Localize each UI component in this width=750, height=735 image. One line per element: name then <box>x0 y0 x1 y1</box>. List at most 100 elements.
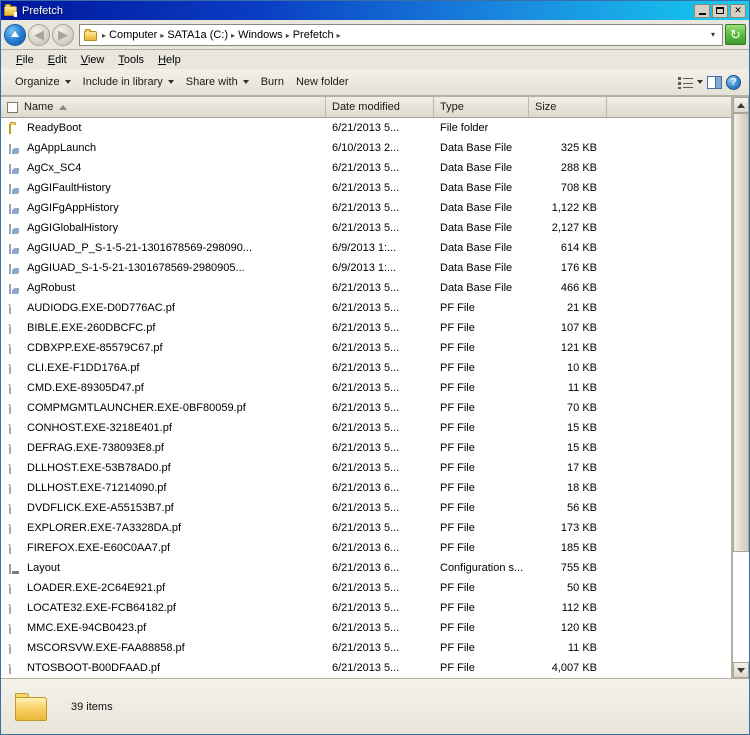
table-row[interactable]: DLLHOST.EXE-53B78AD0.pf 6/21/2013 5... PF … <box>1 458 731 478</box>
table-row[interactable]: Layout 6/21/2013 6... Configuration s... 75… <box>1 558 731 578</box>
new-folder-button[interactable]: New folder <box>290 73 355 91</box>
breadcrumb-separator-1[interactable]: ▸ <box>159 31 165 40</box>
status-folder-icon <box>15 692 49 721</box>
file-name-cell[interactable]: Layout <box>1 562 326 574</box>
file-name-cell[interactable]: ReadyBoot <box>1 122 326 134</box>
column-header-name[interactable]: Name <box>1 97 326 117</box>
table-row[interactable]: DVDFLICK.EXE-A55153B7.pf 6/21/2013 5... PF… <box>1 498 731 518</box>
file-name-cell[interactable]: CDBXPP.EXE-85579C67.pf <box>1 342 326 354</box>
table-row[interactable]: EXPLORER.EXE-7A3328DA.pf 6/21/2013 5... PF… <box>1 518 731 538</box>
file-name-cell[interactable]: COMPMGMTLAUNCHER.EXE-0BF80059.pf <box>1 402 326 414</box>
file-name-cell[interactable]: AgGIFaultHistory <box>1 182 326 194</box>
close-button[interactable]: ✕ <box>730 3 746 18</box>
file-name-cell[interactable]: DEFRAG.EXE-738093E8.pf <box>1 442 326 454</box>
table-row[interactable]: AgGIFaultHistory 6/21/2013 5... Data Base … <box>1 178 731 198</box>
breadcrumb-separator-4[interactable]: ▸ <box>336 31 342 40</box>
file-name-cell[interactable]: DVDFLICK.EXE-A55153B7.pf <box>1 502 326 514</box>
file-name-cell[interactable]: DLLHOST.EXE-71214090.pf <box>1 482 326 494</box>
table-row[interactable]: CDBXPP.EXE-85579C67.pf 6/21/2013 5... PF F… <box>1 338 731 358</box>
file-name-cell[interactable]: AgGIUAD_S-1-5-21-1301678569-2980905... <box>1 262 326 274</box>
minimize-button[interactable] <box>694 3 710 18</box>
file-name-cell[interactable]: EXPLORER.EXE-7A3328DA.pf <box>1 522 326 534</box>
refresh-button[interactable]: ↻ <box>725 24 746 45</box>
table-row[interactable]: CMD.EXE-89305D47.pf 6/21/2013 5... PF File… <box>1 378 731 398</box>
breadcrumb-computer[interactable]: Computer <box>107 29 159 41</box>
table-row[interactable]: FIREFOX.EXE-E60C0AA7.pf 6/21/2013 6... PF … <box>1 538 731 558</box>
file-name-cell[interactable]: AgGIGlobalHistory <box>1 222 326 234</box>
file-name-cell[interactable]: AgAppLaunch <box>1 142 326 154</box>
back-button[interactable]: ◀ <box>28 23 50 46</box>
view-options-chevron-down-icon[interactable] <box>697 80 703 84</box>
file-name-cell[interactable]: NTOSBOOT-B00DFAAD.pf <box>1 662 326 674</box>
menu-edit[interactable]: Edit <box>41 53 74 67</box>
select-all-checkbox[interactable] <box>7 101 18 113</box>
address-dropdown-icon[interactable]: ▾ <box>709 30 720 39</box>
vertical-scrollbar[interactable] <box>732 97 749 678</box>
preview-pane-icon[interactable] <box>707 75 722 89</box>
file-size-cell: 185 KB <box>560 542 597 554</box>
file-name-cell[interactable]: AgGIUAD_P_S-1-5-21-1301678569-298090... <box>1 242 326 254</box>
breadcrumb-separator-2[interactable]: ▸ <box>230 31 236 40</box>
table-row[interactable]: BIBLE.EXE-260DBCFC.pf 6/21/2013 5... PF Fi… <box>1 318 731 338</box>
column-header-date[interactable]: Date modified <box>326 97 434 117</box>
table-row[interactable]: LOADER.EXE-2C64E921.pf 6/21/2013 5... PF F… <box>1 578 731 598</box>
file-name-cell[interactable]: LOCATE32.EXE-FCB64182.pf <box>1 602 326 614</box>
file-name-cell[interactable]: CMD.EXE-89305D47.pf <box>1 382 326 394</box>
file-name-cell[interactable]: DLLHOST.EXE-53B78AD0.pf <box>1 462 326 474</box>
include-in-library-button[interactable]: Include in library <box>77 73 180 91</box>
table-row[interactable]: MSCORSVW.EXE-FAA88858.pf 6/21/2013 5... PF… <box>1 638 731 658</box>
file-name-cell[interactable]: MSCORSVW.EXE-FAA88858.pf <box>1 642 326 654</box>
file-name-cell[interactable]: AgGIFgAppHistory <box>1 202 326 214</box>
view-options-icon[interactable] <box>678 76 693 89</box>
table-row[interactable]: AgRobust 6/21/2013 5... Data Base File 466 … <box>1 278 731 298</box>
table-row[interactable]: CONHOST.EXE-3218E401.pf 6/21/2013 5... PF … <box>1 418 731 438</box>
scrollbar-thumb[interactable] <box>733 113 749 553</box>
table-row[interactable]: ReadyBoot 6/21/2013 5... File folder <box>1 118 731 138</box>
file-name-cell[interactable]: CONHOST.EXE-3218E401.pf <box>1 422 326 434</box>
column-header-size[interactable]: Size <box>529 97 607 117</box>
file-name-cell[interactable]: LOADER.EXE-2C64E921.pf <box>1 582 326 594</box>
organize-button[interactable]: Organize <box>9 73 77 91</box>
table-row[interactable]: AgGIGlobalHistory 6/21/2013 5... Data Base… <box>1 218 731 238</box>
breadcrumb-drive[interactable]: SATA1a (C:) <box>165 29 230 41</box>
table-row[interactable]: AgGIFgAppHistory 6/21/2013 5... Data Base … <box>1 198 731 218</box>
file-name-label: EXPLORER.EXE-7A3328DA.pf <box>27 522 182 534</box>
file-name-cell[interactable]: BIBLE.EXE-260DBCFC.pf <box>1 322 326 334</box>
table-row[interactable]: MMC.EXE-94CB0423.pf 6/21/2013 5... PF File… <box>1 618 731 638</box>
table-row[interactable]: COMPMGMTLAUNCHER.EXE-0BF80059.pf 6/21/201… <box>1 398 731 418</box>
file-name-cell[interactable]: AUDIODG.EXE-D0D776AC.pf <box>1 302 326 314</box>
breadcrumb-bar[interactable]: ▸ Computer ▸ SATA1a (C:) ▸ Windows ▸ Pre… <box>79 23 723 46</box>
menu-help[interactable]: Help <box>151 53 188 67</box>
table-row[interactable]: DLLHOST.EXE-71214090.pf 6/21/2013 6... PF … <box>1 478 731 498</box>
table-row[interactable]: AgGIUAD_P_S-1-5-21-1301678569-298090... 6… <box>1 238 731 258</box>
help-icon[interactable]: ? <box>726 74 741 90</box>
forward-button[interactable]: ▶ <box>52 23 74 46</box>
table-row[interactable]: AgCx_SC4 6/21/2013 5... Data Base File 288 … <box>1 158 731 178</box>
breadcrumb-windows[interactable]: Windows <box>236 29 285 41</box>
menu-tools[interactable]: Tools <box>111 53 151 67</box>
scroll-up-button[interactable] <box>733 97 749 113</box>
file-name-cell[interactable]: CLI.EXE-F1DD176A.pf <box>1 362 326 374</box>
breadcrumb-separator-3[interactable]: ▸ <box>285 31 291 40</box>
file-name-cell[interactable]: AgCx_SC4 <box>1 162 326 174</box>
file-name-cell[interactable]: FIREFOX.EXE-E60C0AA7.pf <box>1 542 326 554</box>
table-row[interactable]: AUDIODG.EXE-D0D776AC.pf 6/21/2013 5... PF … <box>1 298 731 318</box>
table-row[interactable]: LOCATE32.EXE-FCB64182.pf 6/21/2013 5... PF… <box>1 598 731 618</box>
table-row[interactable]: AgGIUAD_S-1-5-21-1301678569-2980905... 6/… <box>1 258 731 278</box>
table-row[interactable]: NTOSBOOT-B00DFAAD.pf 6/21/2013 5... PF Fil… <box>1 658 731 678</box>
menu-file[interactable]: File <box>9 53 41 67</box>
table-row[interactable]: CLI.EXE-F1DD176A.pf 6/21/2013 5... PF File… <box>1 358 731 378</box>
menu-view[interactable]: View <box>74 53 112 67</box>
table-row[interactable]: DEFRAG.EXE-738093E8.pf 6/21/2013 5... PF F… <box>1 438 731 458</box>
scroll-down-button[interactable] <box>733 662 749 678</box>
column-header-type[interactable]: Type <box>434 97 529 117</box>
share-with-button[interactable]: Share with <box>180 73 255 91</box>
file-name-cell[interactable]: MMC.EXE-94CB0423.pf <box>1 622 326 634</box>
scrollbar-track[interactable] <box>733 113 749 662</box>
table-row[interactable]: AgAppLaunch 6/10/2013 2... Data Base File 3… <box>1 138 731 158</box>
file-name-cell[interactable]: AgRobust <box>1 282 326 294</box>
breadcrumb-prefetch[interactable]: Prefetch <box>291 29 336 41</box>
up-button[interactable] <box>4 12 26 46</box>
maximize-button[interactable] <box>712 3 728 18</box>
burn-button[interactable]: Burn <box>255 73 290 91</box>
